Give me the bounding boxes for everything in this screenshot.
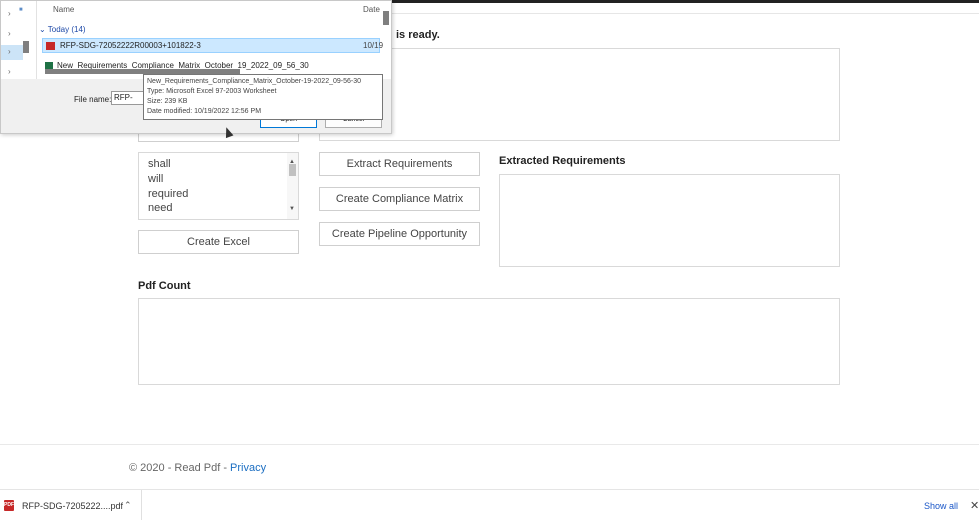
footer: © 2020 - Read Pdf - Privacy (129, 462, 266, 474)
file-row-name: RFP-SDG-72052222R00003+101822-3 (60, 41, 201, 50)
tooltip-name: New_Requirements_Compliance_Matrix_Octob… (147, 78, 362, 85)
chevron-right-icon[interactable]: › (8, 29, 11, 38)
nav-scrollbar[interactable] (23, 41, 29, 53)
keywords-scrollbar[interactable]: ▲ ▼ (287, 153, 298, 219)
pdf-file-icon (46, 42, 55, 50)
pdf-count-textarea[interactable] (138, 298, 840, 385)
column-header-date[interactable]: Date (363, 5, 380, 14)
scroll-thumb[interactable] (289, 164, 296, 176)
pdf-file-icon: PDF (4, 500, 14, 511)
file-name-label: File name: (74, 95, 112, 104)
copyright-text: © 2020 - Read Pdf - (129, 462, 231, 474)
extracted-requirements-label: Extracted Requirements (499, 155, 626, 167)
vertical-scrollbar[interactable] (383, 11, 389, 25)
group-header-today[interactable]: ⌄ Today (14) (39, 25, 86, 34)
file-info-tooltip: New_Requirements_Compliance_Matrix_Octob… (143, 74, 383, 120)
chevron-right-icon[interactable]: › (8, 47, 11, 56)
chevron-up-icon[interactable]: ⌃ (124, 500, 132, 511)
download-file-name[interactable]: RFP-SDG-7205222....pdf (22, 501, 123, 511)
extract-requirements-button[interactable]: Extract Requirements (319, 152, 480, 176)
nav-selected-item[interactable] (1, 45, 23, 60)
close-icon[interactable]: ✕ (970, 499, 979, 512)
keyword-item[interactable]: required (148, 187, 298, 202)
group-label: Today (14) (47, 25, 86, 34)
chevron-right-icon[interactable]: › (8, 67, 11, 76)
file-row-selected[interactable]: RFP-SDG-72052222R00003+101822-3 10/19 (42, 38, 384, 53)
show-all-link[interactable]: Show all (924, 501, 958, 511)
tooltip-size: Size: 239 KB (147, 98, 188, 105)
nav-icon: ■ (19, 7, 23, 13)
downloads-bar: PDF RFP-SDG-7205222....pdf ⌃ Show all ✕ (0, 489, 979, 520)
pdf-count-label: Pdf Count (138, 280, 191, 292)
file-name-input[interactable]: RFP-SDG (111, 91, 145, 105)
column-header-name[interactable]: Name (53, 5, 74, 14)
create-excel-button[interactable]: Create Excel (138, 230, 299, 254)
keyword-item[interactable]: shall (148, 157, 298, 172)
create-compliance-matrix-button[interactable]: Create Compliance Matrix (319, 187, 480, 211)
download-item[interactable]: PDF RFP-SDG-7205222....pdf ⌃ (0, 490, 142, 520)
chevron-right-icon[interactable]: › (8, 9, 11, 18)
header-strip (390, 0, 979, 3)
keyword-item[interactable]: need (148, 201, 298, 216)
extracted-requirements-textarea[interactable] (499, 174, 840, 267)
upload-status-textarea[interactable] (319, 48, 840, 141)
file-row-date: 10/19 (363, 41, 384, 50)
ready-message: is ready. (396, 29, 440, 41)
file-list: Name Date ⌄ Today (14) RFP-SDG-72052222R… (37, 1, 391, 79)
keywords-listbox[interactable]: shall will required need ▲ ▼ (138, 152, 299, 220)
keyword-item[interactable]: will (148, 172, 298, 187)
file-open-dialog: ■ › › › › Name Date ⌄ Today (14) RFP-SDG… (0, 0, 392, 134)
footer-divider (0, 444, 979, 445)
tooltip-type: Type: Microsoft Excel 97-2003 Worksheet (147, 88, 277, 95)
chevron-down-icon: ⌄ (39, 25, 48, 34)
privacy-link[interactable]: Privacy (230, 462, 266, 474)
tooltip-modified: Date modified: 10/19/2022 12:56 PM (147, 108, 262, 115)
scroll-down-icon[interactable]: ▼ (289, 202, 295, 217)
create-pipeline-opportunity-button[interactable]: Create Pipeline Opportunity (319, 222, 480, 246)
navigation-pane[interactable]: ■ › › › › (1, 1, 37, 79)
